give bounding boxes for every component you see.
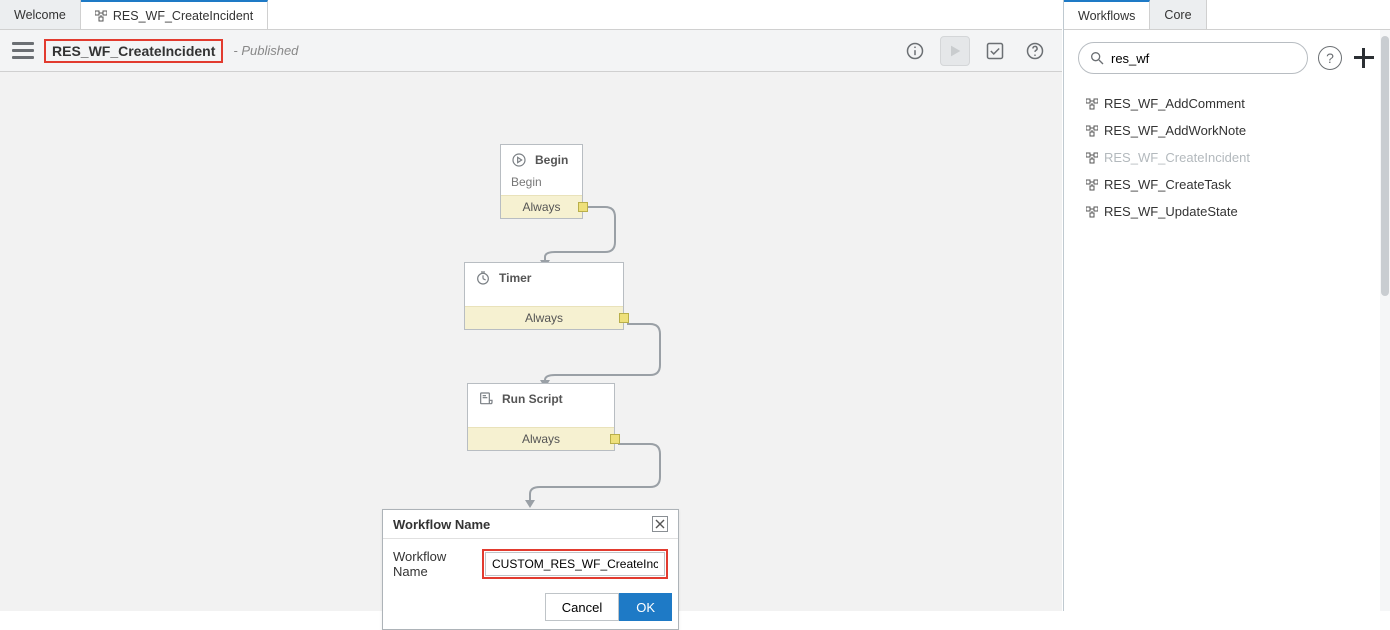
workflow-list-item-label: RES_WF_CreateTask: [1104, 177, 1231, 192]
scrollbar[interactable]: [1380, 30, 1390, 611]
workflow-list-item-label: RES_WF_AddWorkNote: [1104, 123, 1246, 138]
node-begin[interactable]: Begin Begin Always: [500, 144, 583, 219]
workflow-title: RES_WF_CreateIncident: [52, 43, 215, 59]
scrollbar-thumb[interactable]: [1381, 36, 1389, 296]
tab-welcome[interactable]: Welcome: [0, 0, 81, 29]
workflow-icon: [1086, 152, 1098, 164]
workflow-canvas[interactable]: Begin Begin Always Timer Always: [0, 72, 1062, 611]
workflow-list-item-label: RES_WF_AddComment: [1104, 96, 1245, 111]
tab-welcome-label: Welcome: [14, 8, 66, 22]
search-icon: [1089, 50, 1105, 66]
node-script[interactable]: Run Script Always: [467, 383, 615, 451]
workflow-name-input[interactable]: [485, 552, 665, 576]
menu-icon[interactable]: [12, 42, 34, 59]
side-tabs: Workflows Core: [1064, 0, 1390, 30]
side-tab-core[interactable]: Core: [1150, 0, 1206, 29]
workflow-icon: [1086, 206, 1098, 218]
side-help-icon[interactable]: ?: [1318, 46, 1342, 70]
node-timer[interactable]: Timer Always: [464, 262, 624, 330]
node-timer-exit[interactable]: Always: [465, 306, 623, 329]
workflow-icon: [1086, 125, 1098, 137]
search-input[interactable]: [1111, 51, 1297, 66]
port-icon[interactable]: [610, 434, 620, 444]
workflow-list-item[interactable]: RES_WF_AddWorkNote: [1078, 117, 1376, 144]
editor-tabs: Welcome RES_WF_CreateIncident: [0, 0, 1062, 30]
validate-icon[interactable]: [980, 36, 1010, 66]
ok-button[interactable]: OK: [619, 593, 672, 621]
help-icon[interactable]: [1020, 36, 1050, 66]
workflow-list-item[interactable]: RES_WF_CreateTask: [1078, 171, 1376, 198]
timer-icon: [475, 270, 491, 286]
node-script-exit[interactable]: Always: [468, 427, 614, 450]
workflow-icon: [1086, 179, 1098, 191]
node-begin-exit[interactable]: Always: [501, 195, 582, 218]
node-script-title: Run Script: [502, 392, 563, 406]
node-timer-title: Timer: [499, 271, 531, 285]
add-workflow-button[interactable]: [1352, 46, 1376, 70]
close-icon[interactable]: [652, 516, 668, 532]
workflow-list-item-label: RES_WF_UpdateState: [1104, 204, 1238, 219]
tab-workflow[interactable]: RES_WF_CreateIncident: [81, 0, 268, 29]
info-icon[interactable]: [900, 36, 930, 66]
workflow-list-item: RES_WF_CreateIncident: [1078, 144, 1376, 171]
side-panel: Workflows Core ? RES_WF_AddCommentRES_WF…: [1063, 0, 1390, 611]
workflow-icon: [1086, 98, 1098, 110]
dialog-title: Workflow Name: [393, 517, 490, 532]
input-highlight: [482, 549, 668, 579]
header-bar: RES_WF_CreateIncident - Published: [0, 30, 1062, 72]
workflow-list-item[interactable]: RES_WF_UpdateState: [1078, 198, 1376, 225]
workflow-name-dialog: Workflow Name Workflow Name Cancel OK: [382, 509, 679, 630]
tab-workflow-label: RES_WF_CreateIncident: [113, 9, 253, 23]
node-begin-subtitle: Begin: [501, 175, 582, 195]
cancel-button[interactable]: Cancel: [545, 593, 619, 621]
workflow-status: - Published: [233, 43, 298, 58]
workflow-list-item[interactable]: RES_WF_AddComment: [1078, 90, 1376, 117]
workflow-list-item-label: RES_WF_CreateIncident: [1104, 150, 1250, 165]
begin-icon: [511, 152, 527, 168]
search-wrap: [1078, 42, 1308, 74]
workflow-icon: [95, 10, 107, 22]
play-button[interactable]: [940, 36, 970, 66]
workflow-list: RES_WF_AddComment RES_WF_AddWorkNote RES_W…: [1064, 86, 1390, 229]
script-icon: [478, 391, 494, 407]
side-tab-workflows[interactable]: Workflows: [1064, 0, 1150, 29]
port-icon[interactable]: [578, 202, 588, 212]
workflow-name-label: Workflow Name: [393, 549, 474, 579]
port-icon[interactable]: [619, 313, 629, 323]
title-highlight: RES_WF_CreateIncident: [44, 39, 223, 63]
node-begin-title: Begin: [535, 153, 568, 167]
